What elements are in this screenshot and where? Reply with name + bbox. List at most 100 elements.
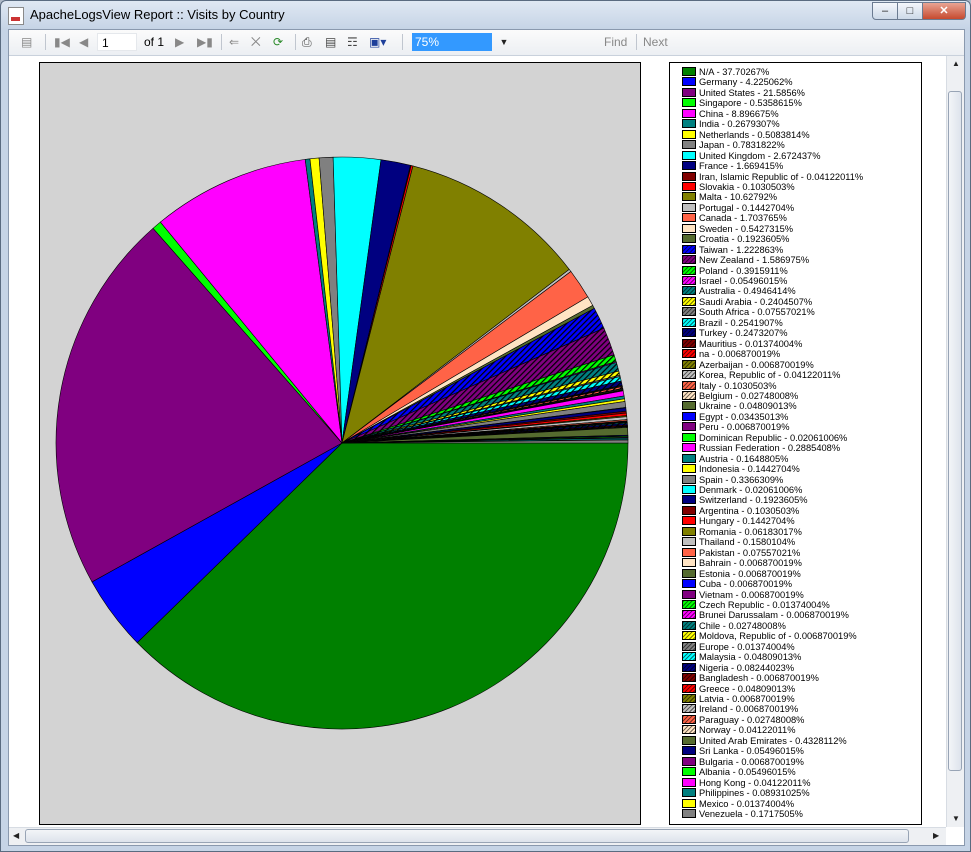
legend-item: Malta - 10.62792%: [682, 192, 777, 202]
legend-label: Belgium - 0.02748008%: [699, 390, 799, 401]
scroll-right-icon[interactable]: ▶: [933, 831, 939, 840]
next-link[interactable]: Next: [643, 34, 668, 50]
minimize-button[interactable]: –: [872, 2, 898, 20]
legend-swatch: [682, 181, 696, 191]
legend-swatch: [682, 359, 696, 369]
zoom-select[interactable]: 75%: [412, 33, 492, 51]
legend-label: Pakistan - 0.07557021%: [699, 547, 801, 558]
legend-label: Russian Federation - 0.2885408%: [699, 443, 841, 454]
toolbar-separator: [402, 34, 403, 50]
legend-label: United States - 21.5856%: [699, 87, 805, 98]
legend-swatch: [682, 808, 696, 818]
legend-swatch: [682, 432, 696, 442]
legend-label: Ireland - 0.006870019%: [699, 704, 799, 715]
legend-swatch: [682, 589, 696, 599]
vertical-scroll-thumb[interactable]: [948, 91, 962, 771]
legend-label: Singapore - 0.5358615%: [699, 98, 802, 109]
legend-label: United Kingdom - 2.672437%: [699, 150, 821, 161]
vertical-scrollbar[interactable]: ▲ ▼: [946, 56, 964, 827]
page-count-label: of 1: [144, 35, 165, 49]
previous-page-icon[interactable]: ◀: [79, 34, 88, 50]
legend-label: Azerbaijan - 0.006870019%: [699, 359, 814, 370]
legend-swatch: [682, 516, 696, 526]
last-page-icon[interactable]: ▶▮: [197, 34, 213, 50]
legend-swatch: [682, 788, 696, 798]
legend-item: Venezuela - 0.1717505%: [682, 809, 803, 819]
back-icon[interactable]: ⇐: [229, 34, 239, 50]
legend-item: Egypt - 0.03435013%: [682, 412, 788, 422]
legend-swatch: [682, 161, 696, 171]
document-map-icon[interactable]: ▤: [21, 34, 32, 50]
refresh-icon[interactable]: ⟳: [273, 34, 283, 50]
print-layout-icon[interactable]: ▤: [325, 34, 336, 50]
legend-item: China - 8.896675%: [682, 109, 779, 119]
horizontal-scroll-thumb[interactable]: [25, 829, 909, 843]
legend-swatch: [682, 453, 696, 463]
toolbar-separator: [295, 34, 296, 50]
toolbar-separator: [221, 34, 222, 50]
legend-swatch: [682, 704, 696, 714]
legend-item: Ukraine - 0.04809013%: [682, 401, 797, 411]
legend-label: Ukraine - 0.04809013%: [699, 401, 797, 412]
first-page-icon[interactable]: ▮◀: [54, 34, 70, 50]
title-bar[interactable]: ApacheLogsView Report :: Visits by Count…: [1, 1, 970, 29]
scroll-up-icon[interactable]: ▲: [952, 59, 960, 68]
legend-swatch: [682, 286, 696, 296]
legend-item: New Zealand - 1.586975%: [682, 255, 809, 265]
scroll-left-icon[interactable]: ◀: [13, 831, 19, 840]
close-button[interactable]: ✕: [922, 2, 966, 20]
legend-label: Czech Republic - 0.01374004%: [699, 599, 830, 610]
legend-item: Czech Republic - 0.01374004%: [682, 600, 830, 610]
maximize-button[interactable]: □: [897, 2, 923, 20]
legend-swatch: [682, 401, 696, 411]
legend-label: Canada - 1.703765%: [699, 213, 787, 224]
page-number-input[interactable]: 1: [97, 33, 137, 51]
legend-item: Estonia - 0.006870019%: [682, 569, 801, 579]
legend-swatch: [682, 213, 696, 223]
legend-swatch: [682, 422, 696, 432]
legend-label: Poland - 0.3915911%: [699, 265, 788, 276]
legend-label: Philippines - 0.08931025%: [699, 788, 810, 799]
chart-legend: N/A - 37.70267% Germany - 4.225062% United…: [669, 62, 922, 825]
legend-swatch: [682, 756, 696, 766]
legend-item: Albania - 0.05496015%: [682, 767, 796, 777]
horizontal-scrollbar[interactable]: ◀ ▶: [9, 827, 946, 845]
scroll-down-icon[interactable]: ▼: [952, 814, 960, 823]
legend-swatch: [682, 767, 696, 777]
legend-label: South Africa - 0.07557021%: [699, 307, 815, 318]
legend-swatch: [682, 464, 696, 474]
next-page-icon[interactable]: ▶: [175, 34, 184, 50]
zoom-dropdown-chevron-icon[interactable]: ▼: [493, 33, 515, 51]
legend-label: Portugal - 0.1442704%: [699, 202, 795, 213]
legend-label: Austria - 0.1648805%: [699, 453, 789, 464]
find-link[interactable]: Find: [604, 34, 627, 50]
legend-item: Vietnam - 0.006870019%: [682, 590, 804, 600]
legend-swatch: [682, 599, 696, 609]
legend-item: Bahrain - 0.006870019%: [682, 558, 802, 568]
legend-item: Bangladesh - 0.006870019%: [682, 673, 819, 683]
legend-item: Romania - 0.06183017%: [682, 527, 802, 537]
legend-label: New Zealand - 1.586975%: [699, 255, 810, 266]
legend-swatch: [682, 67, 696, 77]
page-setup-icon[interactable]: ☶: [347, 34, 358, 50]
stop-icon[interactable]: ⨉: [251, 34, 261, 50]
toolbar-separator: [45, 34, 46, 50]
legend-item: Mexico - 0.01374004%: [682, 799, 794, 809]
legend-label: Netherlands - 0.5083814%: [699, 129, 810, 140]
legend-label: Argentina - 0.1030503%: [699, 505, 800, 516]
legend-item: Paraguay - 0.02748008%: [682, 715, 804, 725]
legend-swatch: [682, 244, 696, 254]
legend-swatch: [682, 87, 696, 97]
legend-item: Singapore - 0.5358615%: [682, 98, 802, 108]
legend-label: Germany - 4.225062%: [699, 77, 793, 88]
export-icon[interactable]: ▣▾: [369, 34, 386, 50]
legend-label: Taiwan - 1.222863%: [699, 244, 784, 255]
print-icon[interactable]: ⎙: [302, 34, 312, 50]
legend-label: Malaysia - 0.04809013%: [699, 652, 802, 663]
legend-item: Canada - 1.703765%: [682, 213, 787, 223]
legend-label: Chile - 0.02748008%: [699, 620, 786, 631]
legend-swatch: [682, 129, 696, 139]
legend-swatch: [682, 443, 696, 453]
legend-swatch: [682, 411, 696, 421]
legend-item: Mauritius - 0.01374004%: [682, 339, 802, 349]
